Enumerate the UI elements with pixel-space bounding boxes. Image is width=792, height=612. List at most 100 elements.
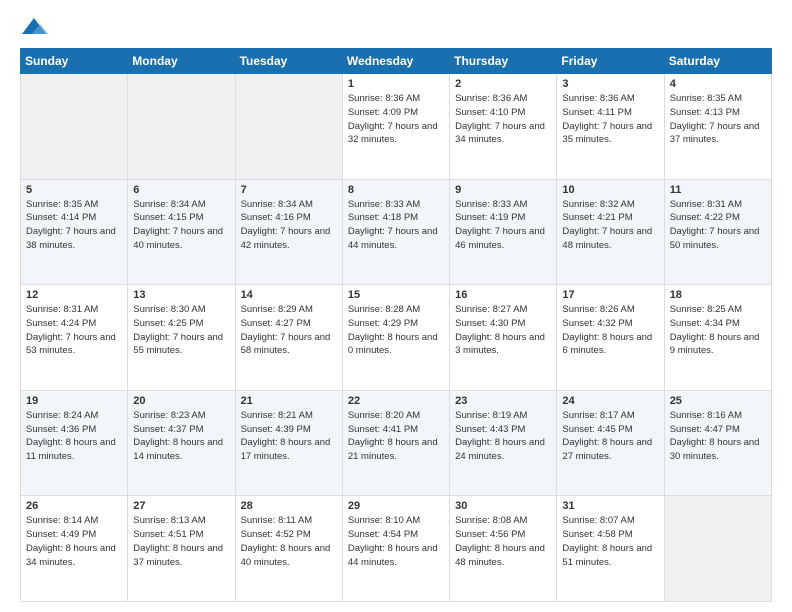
calendar-cell: 26 Sunrise: 8:14 AMSunset: 4:49 PMDayligh… xyxy=(21,496,128,602)
daylight: Daylight: 8 hours and 24 minutes. xyxy=(455,437,545,462)
day-number: 26 xyxy=(26,500,122,512)
calendar-cell: 12 Sunrise: 8:31 AMSunset: 4:24 PMDayligh… xyxy=(21,285,128,391)
weekday-header: Thursday xyxy=(450,49,557,74)
daylight: Daylight: 8 hours and 30 minutes. xyxy=(670,437,760,462)
sunset: Sunset: 4:16 PM xyxy=(241,212,311,223)
day-number: 11 xyxy=(670,184,766,196)
day-number: 12 xyxy=(26,289,122,301)
daylight: Daylight: 7 hours and 44 minutes. xyxy=(348,226,438,251)
daylight: Daylight: 7 hours and 32 minutes. xyxy=(348,121,438,146)
sunset: Sunset: 4:47 PM xyxy=(670,424,740,435)
day-info: Sunrise: 8:31 AMSunset: 4:22 PMDaylight:… xyxy=(670,198,766,253)
sunrise: Sunrise: 8:36 AM xyxy=(562,93,634,104)
sunset: Sunset: 4:36 PM xyxy=(26,424,96,435)
day-info: Sunrise: 8:31 AMSunset: 4:24 PMDaylight:… xyxy=(26,303,122,358)
calendar-cell: 13Sunrise: 8:30 AMSunset: 4:25 PMDayligh… xyxy=(128,285,235,391)
daylight: Daylight: 8 hours and 3 minutes. xyxy=(455,332,545,357)
weekday-header: Tuesday xyxy=(235,49,342,74)
logo-icon xyxy=(20,16,48,38)
calendar-cell: 22Sunrise: 8:20 AMSunset: 4:41 PMDayligh… xyxy=(342,390,449,496)
sunset: Sunset: 4:34 PM xyxy=(670,318,740,329)
day-info: Sunrise: 8:33 AMSunset: 4:18 PMDaylight:… xyxy=(348,198,444,253)
calendar-cell: 14 Sunrise: 8:29 AMSunset: 4:27 PMDayligh… xyxy=(235,285,342,391)
sunset: Sunset: 4:09 PM xyxy=(348,107,418,118)
day-info: Sunrise: 8:28 AMSunset: 4:29 PMDaylight:… xyxy=(348,303,444,358)
calendar-cell: 10Sunrise: 8:32 AMSunset: 4:21 PMDayligh… xyxy=(557,179,664,285)
calendar-cell: 27Sunrise: 8:13 AMSunset: 4:51 PMDayligh… xyxy=(128,496,235,602)
day-number: 25 xyxy=(670,395,766,407)
sunrise: Sunrise: 8:34 AM xyxy=(241,199,313,210)
sunrise: Sunrise: 8:26 AM xyxy=(562,304,634,315)
calendar-cell xyxy=(128,74,235,180)
day-number: 24 xyxy=(562,395,658,407)
daylight: Daylight: 7 hours and 34 minutes. xyxy=(455,121,545,146)
sunset: Sunset: 4:11 PM xyxy=(562,107,632,118)
sunrise: Sunrise: 8:36 AM xyxy=(348,93,420,104)
sunset: Sunset: 4:58 PM xyxy=(562,529,632,540)
day-number: 1 xyxy=(348,78,444,90)
sunset: Sunset: 4:19 PM xyxy=(455,212,525,223)
sunset: Sunset: 4:25 PM xyxy=(133,318,203,329)
header xyxy=(20,16,772,38)
sunrise: Sunrise: 8:13 AM xyxy=(133,515,205,526)
sunrise: Sunrise: 8:33 AM xyxy=(455,199,527,210)
daylight: Daylight: 8 hours and 34 minutes. xyxy=(26,543,116,568)
sunset: Sunset: 4:45 PM xyxy=(562,424,632,435)
day-info: Sunrise: 8:32 AMSunset: 4:21 PMDaylight:… xyxy=(562,198,658,253)
sunrise: Sunrise: 8:08 AM xyxy=(455,515,527,526)
sunrise: Sunrise: 8:32 AM xyxy=(562,199,634,210)
sunset: Sunset: 4:22 PM xyxy=(670,212,740,223)
sunrise: Sunrise: 8:35 AM xyxy=(670,93,742,104)
daylight: Daylight: 8 hours and 9 minutes. xyxy=(670,332,760,357)
sunrise: Sunrise: 8:20 AM xyxy=(348,410,420,421)
sunrise: Sunrise: 8:10 AM xyxy=(348,515,420,526)
sunrise: Sunrise: 8:16 AM xyxy=(670,410,742,421)
day-number: 13 xyxy=(133,289,229,301)
day-info: Sunrise: 8:08 AMSunset: 4:56 PMDaylight:… xyxy=(455,514,551,569)
day-info: Sunrise: 8:29 AMSunset: 4:27 PMDaylight:… xyxy=(241,303,337,358)
calendar-cell: 25 Sunrise: 8:16 AM Sunset: 4:47 PM Dayligh… xyxy=(664,390,771,496)
day-number: 3 xyxy=(562,78,658,90)
calendar-cell: 5Sunrise: 8:35 AMSunset: 4:14 PMDaylight… xyxy=(21,179,128,285)
day-info: Sunrise: 8:35 AMSunset: 4:13 PMDaylight:… xyxy=(670,92,766,147)
sunrise: Sunrise: 8:25 AM xyxy=(670,304,742,315)
daylight: Daylight: 7 hours and 53 minutes. xyxy=(26,332,116,357)
daylight: Daylight: 7 hours and 46 minutes. xyxy=(455,226,545,251)
sunset: Sunset: 4:21 PM xyxy=(562,212,632,223)
calendar-cell xyxy=(235,74,342,180)
sunrise: Sunrise: 8:19 AM xyxy=(455,410,527,421)
sunrise: Sunrise: 8:36 AM xyxy=(455,93,527,104)
sunrise: Sunrise: 8:30 AM xyxy=(133,304,205,315)
day-number: 2 xyxy=(455,78,551,90)
calendar-week-row: 5Sunrise: 8:35 AMSunset: 4:14 PMDaylight… xyxy=(21,179,772,285)
day-info: Sunrise: 8:36 AM Sunset: 4:10 PM Daylight:… xyxy=(455,92,551,147)
day-info: Sunrise: 8:34 AMSunset: 4:15 PMDaylight:… xyxy=(133,198,229,253)
calendar-header-row: SundayMondayTuesdayWednesdayThursdayFrid… xyxy=(21,49,772,74)
sunset: Sunset: 4:18 PM xyxy=(348,212,418,223)
day-info: Sunrise: 8:14 AMSunset: 4:49 PMDaylight:… xyxy=(26,514,122,569)
sunset: Sunset: 4:13 PM xyxy=(670,107,740,118)
sunrise: Sunrise: 8:14 AM xyxy=(26,515,98,526)
day-number: 14 xyxy=(241,289,337,301)
day-info: Sunrise: 8:26 AMSunset: 4:32 PMDaylight:… xyxy=(562,303,658,358)
day-info: Sunrise: 8:10 AMSunset: 4:54 PMDaylight:… xyxy=(348,514,444,569)
day-number: 30 xyxy=(455,500,551,512)
sunrise: Sunrise: 8:31 AM xyxy=(670,199,742,210)
sunset: Sunset: 4:10 PM xyxy=(455,107,525,118)
day-info: Sunrise: 8:11 AMSunset: 4:52 PMDaylight:… xyxy=(241,514,337,569)
sunrise: Sunrise: 8:07 AM xyxy=(562,515,634,526)
day-number: 29 xyxy=(348,500,444,512)
calendar-cell: 24Sunrise: 8:17 AMSunset: 4:45 PMDayligh… xyxy=(557,390,664,496)
day-number: 21 xyxy=(241,395,337,407)
sunrise: Sunrise: 8:21 AM xyxy=(241,410,313,421)
calendar-cell xyxy=(21,74,128,180)
day-number: 5 xyxy=(26,184,122,196)
calendar-cell: 1 Sunrise: 8:36 AM Sunset: 4:09 PM Daylight… xyxy=(342,74,449,180)
day-info: Sunrise: 8:30 AMSunset: 4:25 PMDaylight:… xyxy=(133,303,229,358)
calendar-cell: 21Sunrise: 8:21 AMSunset: 4:39 PMDayligh… xyxy=(235,390,342,496)
calendar-cell: 16Sunrise: 8:27 AMSunset: 4:30 PMDayligh… xyxy=(450,285,557,391)
day-info: Sunrise: 8:24 AMSunset: 4:36 PMDaylight:… xyxy=(26,409,122,464)
daylight: Daylight: 8 hours and 40 minutes. xyxy=(241,543,331,568)
calendar-week-row: 19Sunrise: 8:24 AMSunset: 4:36 PMDayligh… xyxy=(21,390,772,496)
sunrise: Sunrise: 8:24 AM xyxy=(26,410,98,421)
